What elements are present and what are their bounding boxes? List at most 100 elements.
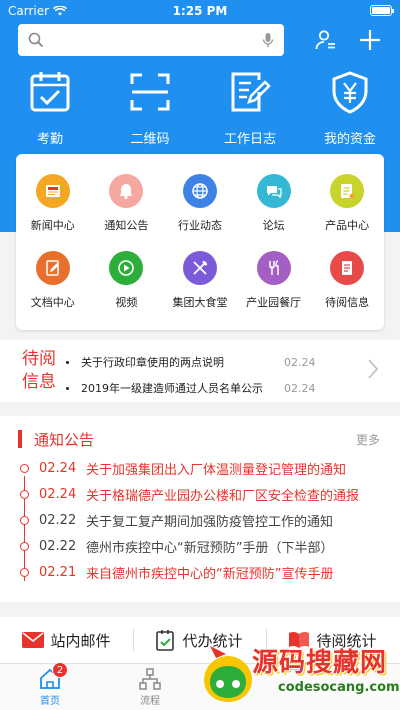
timeline-dot: [20, 489, 29, 499]
notice-title: 通知公告: [34, 431, 95, 449]
notice-item-title: 来自德州市疾控中心的“新冠预防”宣传手册: [86, 566, 334, 582]
bullet-dot: [66, 360, 69, 364]
timeline-dot: [20, 541, 29, 551]
bell-icon: [109, 174, 144, 208]
microphone-icon[interactable]: [262, 32, 274, 48]
app-label: 集团大食堂: [172, 296, 228, 309]
notice-date: 02.22: [39, 512, 77, 528]
status-time: 1:25 PM: [172, 4, 228, 18]
timeline-dot: [20, 567, 29, 577]
tab-label: 首页: [40, 696, 60, 707]
watermark: 源码搜藏网 codesocang.com: [200, 640, 400, 706]
app-forum[interactable]: 论坛: [237, 174, 311, 233]
pending-doc-icon: [330, 251, 365, 285]
pending-tag-line1: 待阅: [22, 349, 56, 369]
quick-label: 二维码: [130, 132, 170, 147]
quick-label: 考勤: [36, 132, 63, 147]
app-label: 通知公告: [104, 219, 149, 232]
app-label: 待阅信息: [325, 296, 370, 309]
app-notice[interactable]: 通知公告: [90, 174, 164, 233]
quick-label: 我的资金: [323, 132, 376, 147]
app-grid-row: 文档中心 视频 集团大食堂 产业园餐厅 待阅信息: [16, 251, 384, 310]
quick-actions: 考勤 二维码 工作日志 我的资金: [0, 70, 400, 147]
add-icon[interactable]: [356, 26, 384, 54]
section-accent-bar: [18, 430, 22, 448]
globe-icon: [182, 174, 217, 208]
qr-scan-icon: [130, 73, 170, 111]
quick-attendance[interactable]: 考勤: [0, 70, 100, 147]
tab-flow[interactable]: 流程: [120, 668, 180, 707]
mail-icon: [22, 632, 45, 648]
quick-label: 工作日志: [223, 132, 276, 147]
app-products[interactable]: 产品中心: [310, 174, 384, 233]
calendar-check-icon: [30, 72, 70, 112]
notice-item-title: 关于复工复产期间加强防疫管控工作的通知: [86, 514, 334, 530]
app-canteen[interactable]: 集团大食堂: [163, 251, 237, 310]
timeline-dot: [20, 515, 29, 525]
search-icon: [28, 32, 44, 48]
notice-date: 02.24: [39, 460, 77, 476]
app-label: 产品中心: [325, 219, 370, 232]
app-label: 论坛: [262, 219, 285, 232]
stat-label: 站内邮件: [50, 631, 111, 650]
product-icon: [330, 174, 365, 208]
app-label: 行业动态: [177, 219, 222, 232]
search-box[interactable]: [18, 24, 284, 56]
timeline-dot: [20, 463, 29, 473]
contacts-icon[interactable]: [312, 26, 340, 54]
pending-tag: 待阅 信息: [22, 348, 62, 394]
app-video[interactable]: 视频: [90, 251, 164, 310]
restaurant-icon: [256, 251, 291, 285]
tab-label: 流程: [140, 696, 160, 707]
search-input[interactable]: [50, 26, 256, 54]
quick-qrcode[interactable]: 二维码: [100, 70, 200, 147]
play-icon: [109, 251, 144, 285]
work-log-icon: [231, 72, 271, 112]
news-icon: [35, 174, 70, 208]
watermark-title: 源码搜藏网: [252, 648, 388, 678]
notice-date: 02.22: [39, 538, 77, 554]
app-industry[interactable]: 行业动态: [163, 174, 237, 233]
app-news[interactable]: 新闻中心: [16, 174, 90, 233]
document-edit-icon: [35, 251, 70, 285]
app-label: 视频: [115, 296, 138, 309]
flow-icon: [139, 668, 161, 690]
stat-mail[interactable]: 站内邮件: [0, 617, 133, 663]
notice-item-title: 关于格瑞德产业园办公楼和厂区安全检查的通报: [86, 488, 360, 504]
pending-tag-line2: 信息: [22, 372, 56, 392]
more-link[interactable]: 更多: [356, 431, 380, 448]
notification-badge: 2: [52, 662, 68, 678]
battery-icon: [370, 5, 394, 16]
app-label: 新闻中心: [30, 219, 75, 232]
app-grid-row: 新闻中心 通知公告 行业动态 论坛 产品中心: [16, 174, 384, 233]
app-restaurant[interactable]: 产业园餐厅: [237, 251, 311, 310]
pending-item-date: 02.24: [284, 381, 316, 395]
yuan-shield-icon: [332, 71, 368, 114]
dining-icon: [182, 251, 217, 285]
watermark-url: codesocang.com: [278, 680, 400, 695]
notice-item-title: 关于加强集团出入厂体温测量登记管理的通知: [86, 462, 347, 478]
watermark-logo-icon: [204, 646, 252, 702]
app-documents[interactable]: 文档中心: [16, 251, 90, 310]
chat-icon: [256, 174, 291, 208]
bullet-dot: [66, 386, 69, 390]
status-bar: Carrier 1:25 PM: [0, 0, 400, 22]
checklist-icon: [156, 630, 175, 651]
pending-item-date: 02.24: [284, 355, 316, 369]
pending-section[interactable]: 待阅 信息 关于行政印章使用的两点说明 02.24 2019年一级建造师通过人员…: [0, 340, 400, 402]
notice-date: 02.24: [39, 486, 77, 502]
chevron-right-icon[interactable]: [368, 359, 378, 379]
pending-item[interactable]: 2019年一级建造师通过人员名单公示 02.24: [66, 380, 326, 396]
notice-item-title: 德州市疾控中心“新冠预防”手册（下半部）: [86, 540, 334, 556]
search-row: [18, 24, 386, 56]
app-pending[interactable]: 待阅信息: [310, 251, 384, 310]
app-grid-card: 新闻中心 通知公告 行业动态 论坛 产品中心 文档中心 视频 集团大食堂 产业园…: [16, 154, 384, 330]
tab-home[interactable]: 首页 2: [20, 662, 80, 707]
quick-funds[interactable]: 我的资金: [300, 70, 400, 147]
notice-section: 通知公告 更多 02.24 关于加强集团出入厂体温测量登记管理的通知 02.24…: [0, 416, 400, 602]
quick-worklog[interactable]: 工作日志: [200, 70, 300, 147]
notice-date: 02.21: [39, 564, 77, 580]
app-label: 产业园餐厅: [246, 296, 302, 309]
app-label: 文档中心: [30, 296, 75, 309]
pending-item[interactable]: 关于行政印章使用的两点说明 02.24: [66, 354, 326, 370]
